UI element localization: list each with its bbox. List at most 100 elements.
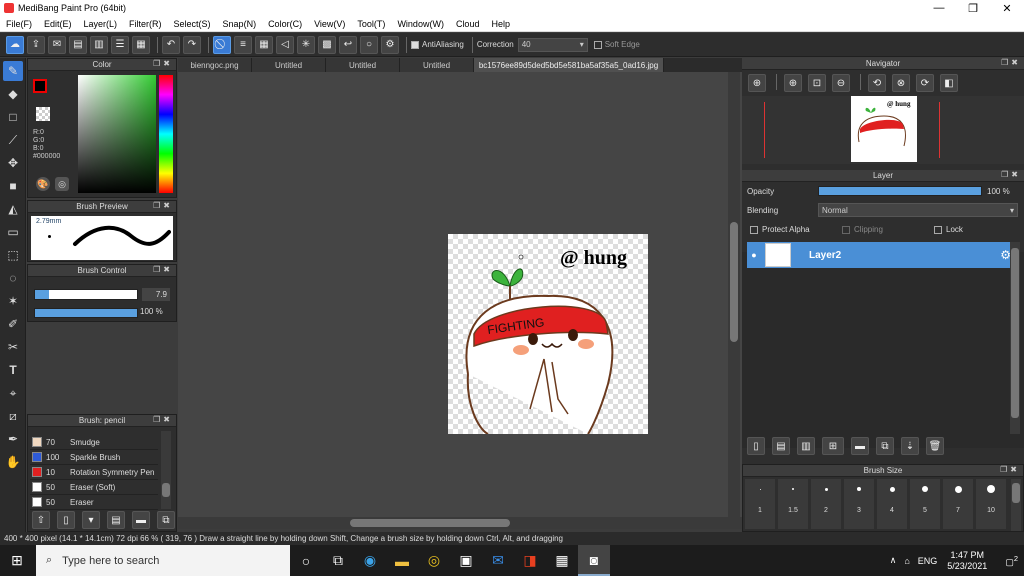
settings-snap-icon[interactable]: ⚙ [381,35,399,54]
rotate-right-icon[interactable]: ⟳ [916,74,934,92]
comment-icon[interactable]: ✉ [48,35,66,54]
panel-close-icon[interactable]: ❐✖ [1001,170,1021,179]
circle-snap-icon[interactable]: ○ [360,35,378,54]
layer-visibility-icon[interactable]: ● [747,250,761,260]
select-tool-icon[interactable]: ⬚ [3,245,23,265]
menu-edit[interactable]: Edit(E) [38,19,78,29]
brush-list-item[interactable]: 50 Eraser [30,495,158,510]
panel-close-icon[interactable]: ❐✖ [153,265,173,274]
clock-time[interactable]: 1:47 PM [947,550,987,561]
vanishing-snap-icon[interactable]: ◁ [276,35,294,54]
cloud-icon[interactable]: ☁ [6,35,24,54]
menu-filter[interactable]: Filter(R) [123,19,168,29]
close-button[interactable]: ✕ [990,0,1024,16]
no-snap-icon[interactable]: ⃠ [213,35,231,54]
panel-close-icon[interactable]: ❐✖ [153,415,173,424]
minimize-button[interactable]: — [922,0,956,16]
delete-layer-icon[interactable]: 🗑 [926,437,944,455]
duplicate-layer-icon[interactable]: ⧉ [876,437,894,455]
tab-active-image[interactable]: bc1576ee89d5ded5bd5e581ba5af35a5_0ad16.j… [474,58,664,72]
radial-line-snap-icon[interactable]: ▩ [318,35,336,54]
network-icon[interactable]: ⌂ [904,556,909,566]
drawing-canvas[interactable]: FIGHTING @ hung [448,234,648,434]
menu-file[interactable]: File(F) [0,19,38,29]
language-indicator[interactable]: ENG [918,556,938,566]
navigator-preview[interactable]: @ hung [742,96,1024,164]
parallel-snap-icon[interactable]: ≡ [234,35,252,54]
correction-select[interactable]: 40 ▾ [517,37,588,52]
tab-untitled-1[interactable]: Untitled [252,58,326,72]
brush-tool-icon[interactable]: ✎ [3,61,23,81]
zoom-in-icon[interactable]: ⊕ [784,74,802,92]
menu-view[interactable]: View(V) [308,19,351,29]
foreground-color-swatch[interactable] [33,79,47,93]
paint-app-icon[interactable]: ▦ [546,545,578,576]
brush-size-slider[interactable] [34,289,138,300]
brush-doc-icon[interactable]: ▤ [107,511,125,529]
magic-wand-icon[interactable]: ✶ [3,291,23,311]
panel-close-icon[interactable]: ❐✖ [1000,465,1020,474]
panel-close-icon[interactable]: ❐✖ [1001,58,1021,67]
antialiasing-checkbox[interactable] [411,40,419,49]
medibang-taskbar-icon[interactable]: ◙ [578,545,610,576]
tray-chevron-icon[interactable]: ∧ [890,555,897,566]
brush-list-scrollbar[interactable] [161,431,171,509]
panel-close-icon[interactable]: ❐✖ [153,59,173,68]
chrome-icon[interactable]: ◎ [418,545,450,576]
merge-layer-icon[interactable]: ⇣ [901,437,919,455]
taskbar-search-box[interactable]: ⌕ Type here to search [36,545,290,576]
brush-size-option[interactable]: 10 [976,479,1006,529]
brush-list-item[interactable]: 100 Sparkle Brush [30,450,158,465]
windows-start-icon[interactable]: ⊞ [0,545,34,576]
shape-tool-icon[interactable]: ■ [3,176,23,196]
tab-untitled-3[interactable]: Untitled [400,58,474,72]
menu-select[interactable]: Select(S) [168,19,217,29]
tab-untitled-2[interactable]: Untitled [326,58,400,72]
palette-icon[interactable]: 🎨 [36,177,50,191]
soft-edge-checkbox[interactable] [593,40,602,49]
maximize-button[interactable]: ❐ [956,0,990,16]
new-halftone-layer-icon[interactable]: ▥ [797,437,815,455]
brush-size-scrollbar[interactable] [1011,479,1021,531]
clipping-checkbox[interactable] [842,226,850,234]
text-tool-icon[interactable]: T [3,360,23,380]
add-brush-icon[interactable]: ⇧ [32,511,50,529]
blending-select[interactable]: Normal ▾ [818,203,1018,217]
layer-folder-icon[interactable]: ▬ [851,437,869,455]
brush-menu-icon[interactable]: ▾ [82,511,100,529]
menu-help[interactable]: Help [485,19,516,29]
lock-checkbox[interactable] [934,226,942,234]
divide-tool-icon[interactable]: ⧄ [3,406,23,426]
move-tool-icon[interactable]: ✥ [3,153,23,173]
color-history-icon[interactable]: ◎ [55,177,69,191]
brush-size-option[interactable]: 5 [910,479,940,529]
brush-copy-icon[interactable]: ⧉ [157,511,175,529]
radial-snap-icon[interactable]: ✳ [297,35,315,54]
protect-alpha-checkbox[interactable] [750,226,758,234]
brush-size-option[interactable]: 3 [844,479,874,529]
select-pen-icon[interactable]: ✐ [3,314,23,334]
layer-row[interactable]: ● Layer2 ⚙ [747,242,1017,268]
navigator-zoom-icon[interactable]: ⊕ [748,74,766,92]
file-explorer-icon[interactable]: ▬ [386,545,418,576]
brush-opacity-slider[interactable] [34,308,138,318]
hue-slider[interactable] [159,75,173,193]
rotate-left-icon[interactable]: ⟲ [868,74,886,92]
saturation-value-picker[interactable] [78,75,156,193]
layer-opacity-slider[interactable] [818,186,982,196]
list-icon[interactable]: ☰ [111,35,129,54]
flip-icon[interactable]: ◧ [940,74,958,92]
brush-size-option[interactable]: 7 [943,479,973,529]
new-color-layer-icon[interactable]: ▤ [772,437,790,455]
canvas-area[interactable]: FIGHTING @ hung [178,72,742,517]
panel-close-icon[interactable]: ❐✖ [153,201,173,210]
redo-icon[interactable]: ↷ [183,35,201,54]
curve-snap-icon[interactable]: ↩ [339,35,357,54]
menu-tool[interactable]: Tool(T) [351,19,391,29]
transparent-swatch[interactable] [36,107,50,121]
new-layer-icon[interactable]: ▯ [747,437,765,455]
menu-layer[interactable]: Layer(L) [78,19,124,29]
menu-window[interactable]: Window(W) [391,19,450,29]
select-eraser-icon[interactable]: ✂ [3,337,23,357]
brush-list-item[interactable]: 70 Smudge [30,435,158,450]
